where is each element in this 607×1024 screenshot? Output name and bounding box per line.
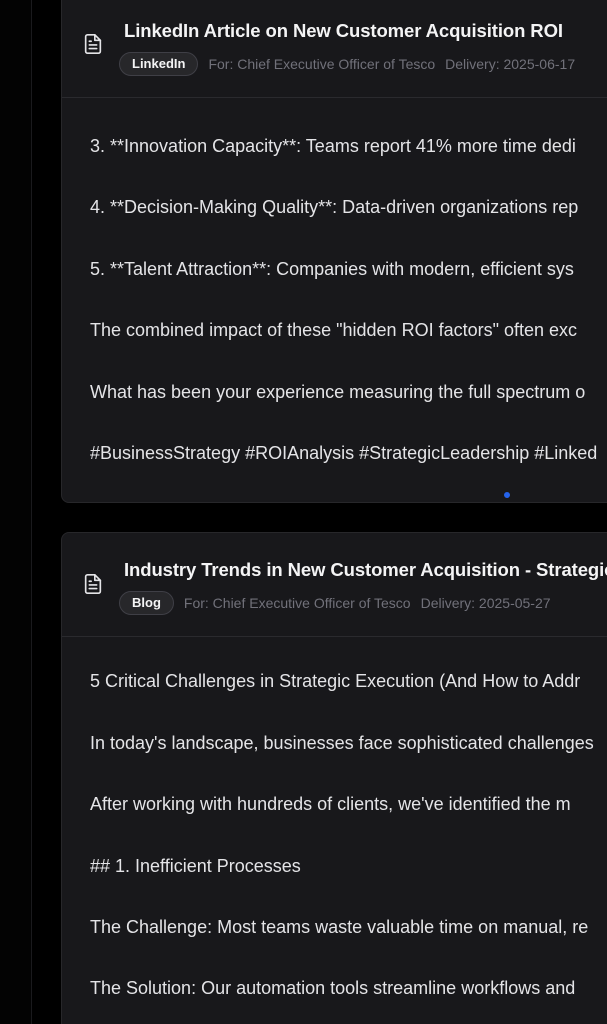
content-feed: LinkedIn Article on New Customer Acquisi… bbox=[0, 0, 607, 1024]
card-meta: Blog For: Chief Executive Officer of Tes… bbox=[119, 591, 551, 615]
document-icon bbox=[82, 33, 104, 55]
card-header: LinkedIn Article on New Customer Acquisi… bbox=[62, 0, 607, 98]
platform-badge: Blog bbox=[119, 591, 174, 615]
audience-text: For: Chief Executive Officer of Tesco bbox=[208, 56, 436, 72]
body-paragraph: The Challenge: Most teams waste valuable… bbox=[90, 917, 589, 937]
body-paragraph: What has been your experience measuring … bbox=[90, 382, 586, 402]
delivery-date: Delivery: 2025-05-27 bbox=[420, 595, 551, 611]
platform-badge: LinkedIn bbox=[119, 52, 199, 76]
card-title[interactable]: LinkedIn Article on New Customer Acquisi… bbox=[124, 20, 563, 42]
body-paragraph: 5. **Talent Attraction**: Companies with… bbox=[90, 259, 574, 279]
card-title[interactable]: Industry Trends in New Customer Acquisit… bbox=[124, 559, 607, 581]
body-paragraph: The combined impact of these "hidden ROI… bbox=[90, 320, 578, 340]
card-meta: LinkedIn For: Chief Executive Officer of… bbox=[119, 52, 575, 76]
card-header: Industry Trends in New Customer Acquisit… bbox=[62, 533, 607, 637]
body-paragraph: ## 1. Inefficient Processes bbox=[90, 856, 301, 876]
body-paragraph: 5 Critical Challenges in Strategic Execu… bbox=[90, 671, 581, 691]
content-card[interactable]: LinkedIn Article on New Customer Acquisi… bbox=[61, 0, 607, 503]
body-paragraph: 4. **Decision-Making Quality**: Data-dri… bbox=[90, 197, 579, 217]
body-paragraph: 3. **Innovation Capacity**: Teams report… bbox=[90, 136, 576, 156]
body-paragraph: In today's landscape, businesses face so… bbox=[90, 733, 594, 753]
body-paragraph: #BusinessStrategy #ROIAnalysis #Strategi… bbox=[90, 443, 598, 463]
sidebar-rail bbox=[0, 0, 32, 1024]
scroll-indicator-dot bbox=[504, 492, 510, 498]
document-icon bbox=[82, 573, 104, 595]
audience-text: For: Chief Executive Officer of Tesco bbox=[183, 595, 411, 611]
delivery-date: Delivery: 2025-06-17 bbox=[445, 56, 576, 72]
body-paragraph: After working with hundreds of clients, … bbox=[90, 794, 571, 814]
content-card[interactable]: Industry Trends in New Customer Acquisit… bbox=[61, 532, 607, 1024]
body-paragraph: The Solution: Our automation tools strea… bbox=[90, 978, 576, 998]
